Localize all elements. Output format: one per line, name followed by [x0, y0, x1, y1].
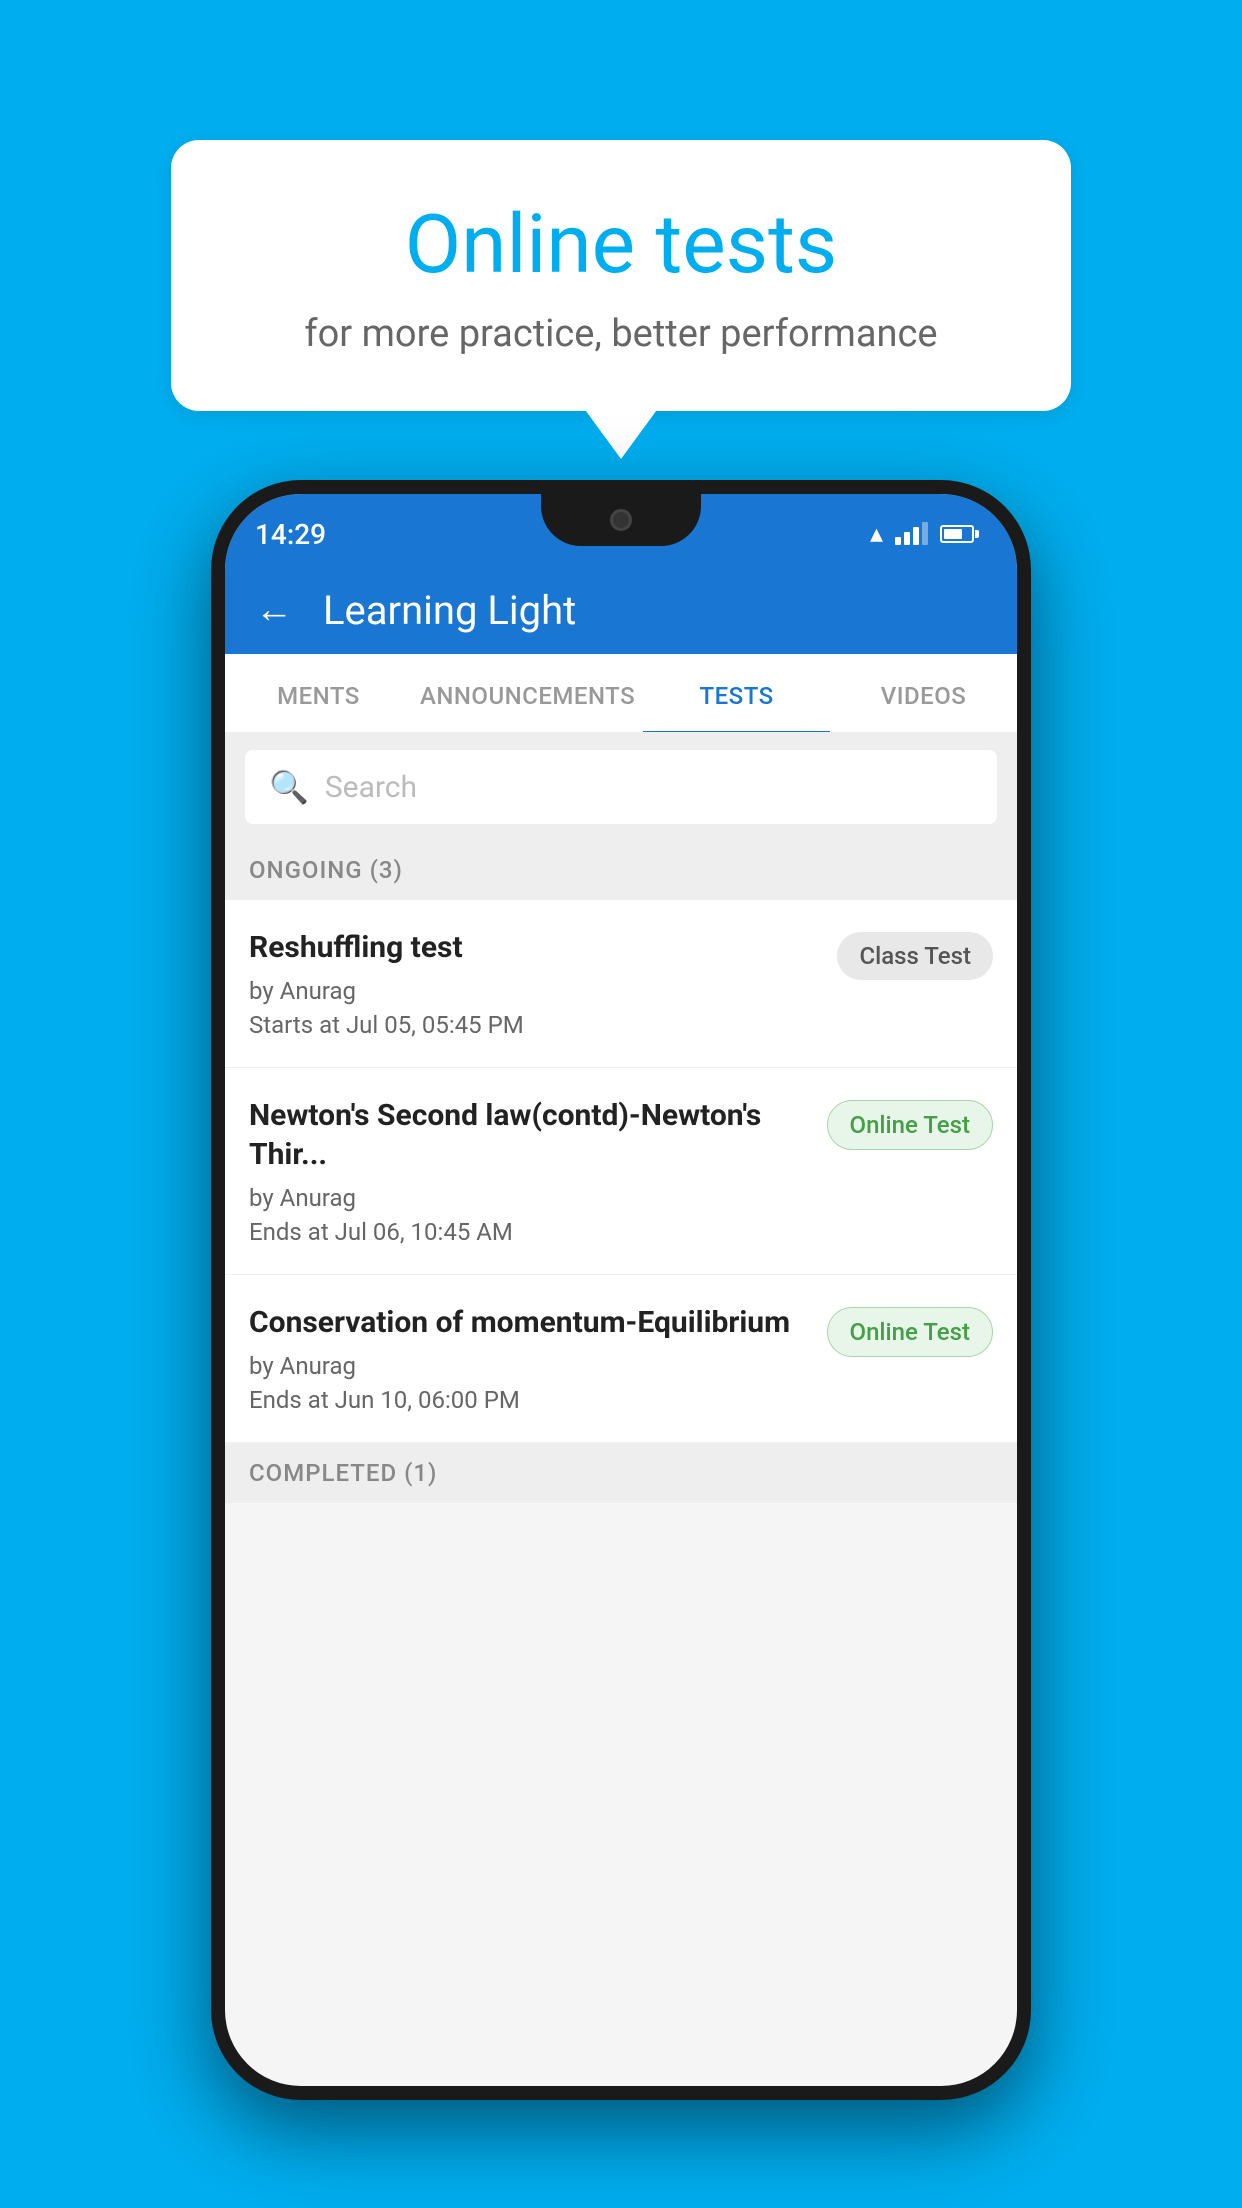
camera: [610, 509, 632, 531]
ongoing-section-header: ONGOING (3): [225, 840, 1017, 900]
tab-announcements[interactable]: ANNOUNCEMENTS: [412, 654, 643, 732]
search-input[interactable]: Search: [325, 770, 417, 805]
search-bar[interactable]: 🔍 Search: [245, 750, 997, 824]
test-info: Newton's Second law(contd)-Newton's Thir…: [249, 1096, 827, 1246]
test-author: by Anurag: [249, 1352, 807, 1380]
speech-bubble-container: Online tests for more practice, better p…: [171, 140, 1071, 411]
test-author: by Anurag: [249, 977, 817, 1005]
app-title: Learning Light: [323, 587, 576, 634]
test-name: Newton's Second law(contd)-Newton's Thir…: [249, 1096, 807, 1174]
test-item[interactable]: Newton's Second law(contd)-Newton's Thir…: [225, 1068, 1017, 1275]
signal-icon: [895, 523, 928, 545]
tab-videos[interactable]: VIDEOS: [830, 654, 1017, 732]
bubble-subtitle: for more practice, better performance: [251, 312, 991, 356]
speech-bubble: Online tests for more practice, better p…: [171, 140, 1071, 411]
test-time: Ends at Jul 06, 10:45 AM: [249, 1218, 807, 1246]
tab-tests[interactable]: TESTS: [643, 654, 830, 732]
phone-mockup: 14:29 ▴ ← Learning Light: [211, 480, 1031, 2100]
search-icon: 🔍: [269, 768, 309, 806]
test-badge: Online Test: [827, 1100, 993, 1150]
tests-list: Reshuffling test by Anurag Starts at Jul…: [225, 900, 1017, 1443]
test-info: Conservation of momentum-Equilibrium by …: [249, 1303, 827, 1414]
battery-icon: [940, 525, 974, 543]
search-container: 🔍 Search: [225, 734, 1017, 840]
completed-section-header: COMPLETED (1): [225, 1443, 1017, 1503]
test-name: Conservation of momentum-Equilibrium: [249, 1303, 807, 1342]
test-badge: Class Test: [837, 932, 993, 980]
test-time: Ends at Jun 10, 06:00 PM: [249, 1386, 807, 1414]
tabs-container: MENTS ANNOUNCEMENTS TESTS VIDEOS: [225, 654, 1017, 734]
tab-ments[interactable]: MENTS: [225, 654, 412, 732]
back-button[interactable]: ←: [255, 588, 293, 632]
phone-outer: 14:29 ▴ ← Learning Light: [211, 480, 1031, 2100]
phone-notch: [541, 494, 701, 546]
status-icons: ▴: [870, 519, 977, 549]
test-name: Reshuffling test: [249, 928, 817, 967]
test-item[interactable]: Conservation of momentum-Equilibrium by …: [225, 1275, 1017, 1443]
test-badge: Online Test: [827, 1307, 993, 1357]
test-time: Starts at Jul 05, 05:45 PM: [249, 1011, 817, 1039]
status-time: 14:29: [255, 518, 326, 551]
test-author: by Anurag: [249, 1184, 807, 1212]
app-header: ← Learning Light: [225, 566, 1017, 654]
phone-screen: 14:29 ▴ ← Learning Light: [225, 494, 1017, 2086]
test-info: Reshuffling test by Anurag Starts at Jul…: [249, 928, 837, 1039]
bubble-title: Online tests: [251, 200, 991, 290]
wifi-icon: ▴: [870, 519, 883, 549]
test-item[interactable]: Reshuffling test by Anurag Starts at Jul…: [225, 900, 1017, 1068]
